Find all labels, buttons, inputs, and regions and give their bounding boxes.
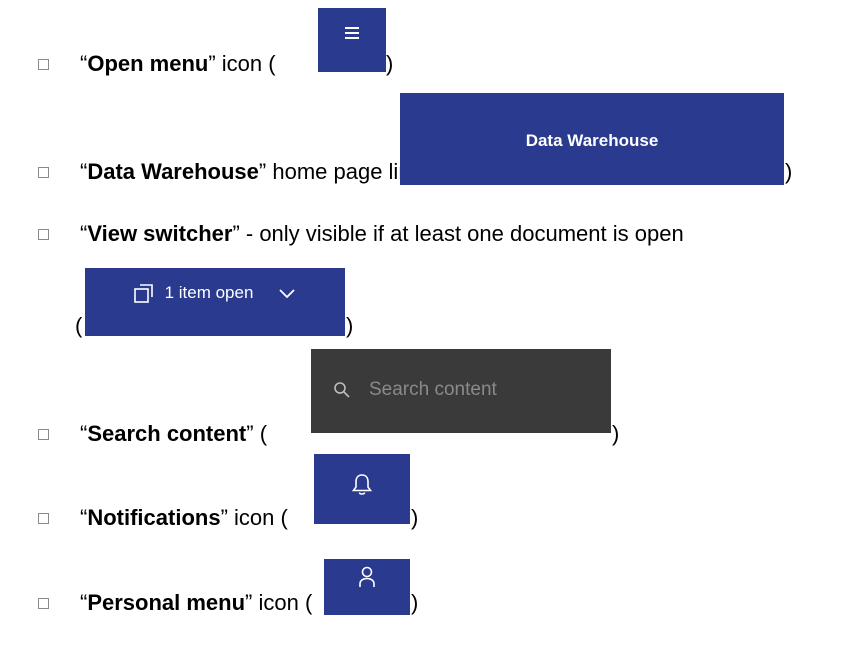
open-paren: ( (75, 313, 83, 338)
user-icon (359, 566, 375, 587)
close-paren: ) (411, 505, 419, 530)
close-paren: ) (612, 421, 620, 446)
search-content-screenshot: Search content (311, 349, 611, 433)
item-text: “Search content” ( (80, 421, 268, 446)
search-icon (334, 382, 350, 398)
data-warehouse-screenshot: Data Warehouse (400, 93, 784, 185)
data-warehouse-link: Data Warehouse (525, 131, 659, 150)
notifications-screenshot (314, 454, 410, 524)
close-paren: ) (785, 159, 793, 184)
bullet-box (38, 59, 49, 70)
item-text: “Notifications” icon ( (80, 505, 288, 530)
search-placeholder: Search content (369, 379, 497, 400)
bell-icon (351, 474, 373, 495)
item-text: “View switcher” - only visible if at lea… (80, 221, 684, 246)
bullet-box (38, 513, 49, 524)
bullet-box (38, 598, 49, 609)
view-switcher-icon (133, 284, 153, 303)
bullet-box (38, 167, 49, 178)
item-text: “Personal menu” icon ( (80, 590, 313, 615)
close-paren: ) (386, 51, 394, 76)
bullet-box (38, 229, 49, 240)
personal-menu-screenshot (324, 559, 410, 615)
bullet-box (38, 429, 49, 440)
item-text: “Open menu” icon ( (80, 51, 276, 76)
view-switcher-screenshot: 1 item open (85, 268, 345, 336)
view-switcher-label: 1 item open (164, 283, 254, 302)
item-text: “Data Warehouse” home page link ( (80, 159, 435, 184)
open-menu-screenshot (318, 8, 386, 72)
close-paren: ) (411, 590, 419, 615)
close-paren: ) (346, 313, 354, 338)
hamburger-icon (345, 27, 359, 39)
chevron-down-icon (279, 289, 296, 299)
